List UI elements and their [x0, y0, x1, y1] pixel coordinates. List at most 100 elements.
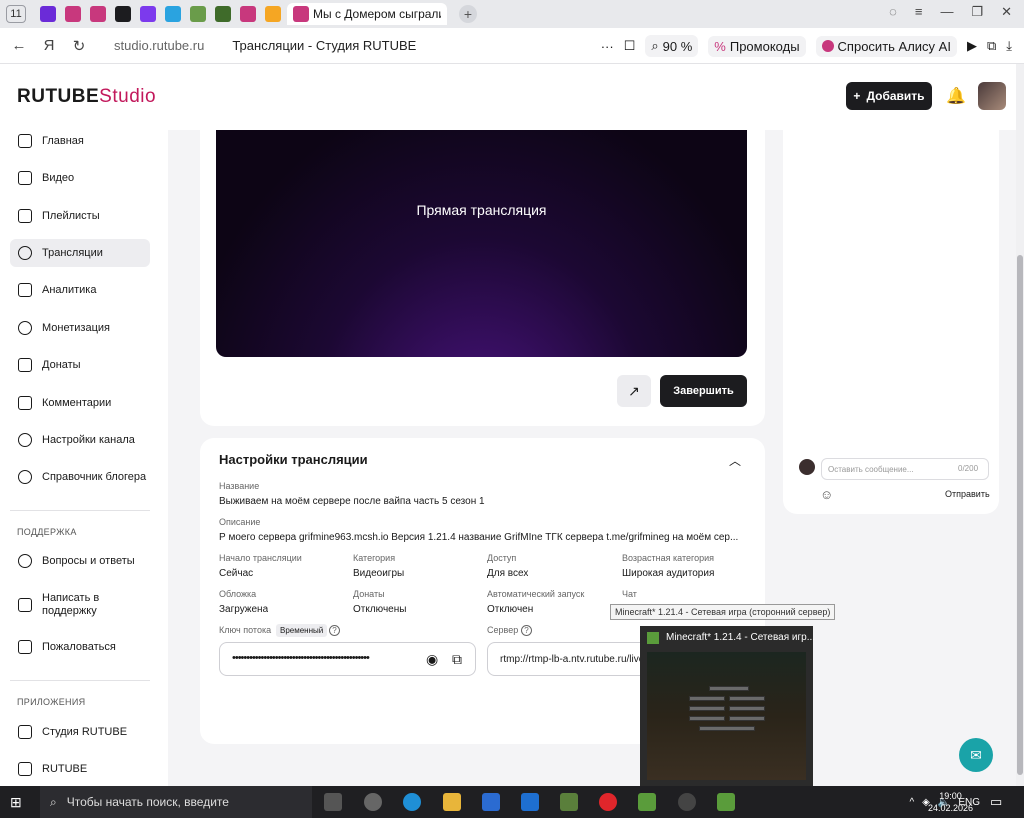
- start-label: Начало трансляции: [219, 553, 302, 563]
- sidebar-item-faq[interactable]: Вопросы и ответы: [10, 547, 150, 575]
- active-tab[interactable]: Мы с Домером сыграли: [287, 3, 447, 25]
- sidebar-item-rutube-app[interactable]: RUTUBE: [10, 755, 150, 783]
- tab-icon-minecraft[interactable]: [190, 6, 206, 22]
- profile-icon[interactable]: ◌: [889, 4, 897, 20]
- key-temporary-badge: Временный: [276, 624, 328, 637]
- finish-stream-button[interactable]: Завершить: [660, 375, 747, 407]
- page-title: Трансляции - Студия RUTUBE: [232, 38, 417, 53]
- tab-icon-studio[interactable]: [240, 6, 256, 22]
- restore-icon[interactable]: ❐: [971, 4, 983, 20]
- sidebar-item-write-support[interactable]: Написать в поддержку: [10, 590, 150, 620]
- store-icon[interactable]: [482, 793, 500, 811]
- explorer-icon[interactable]: [443, 793, 461, 811]
- yandex-icon[interactable]: Я: [38, 37, 60, 54]
- edge-icon[interactable]: [403, 793, 421, 811]
- key-help-icon[interactable]: ?: [329, 625, 340, 636]
- clock-date: 24.02.2026: [928, 803, 974, 813]
- url-field[interactable]: studio.rutube.ru: [114, 38, 204, 53]
- rutube-studio-logo[interactable]: RUTUBEStudio: [17, 86, 156, 108]
- notifications-bell-icon[interactable]: 🔔: [946, 86, 966, 106]
- name-label: Название: [219, 481, 260, 491]
- active-tab-title: Мы с Домером сыграли: [313, 7, 441, 21]
- chat-send-button[interactable]: Отправить: [945, 489, 990, 499]
- live-player[interactable]: Прямая трансляция: [216, 130, 747, 357]
- preview-thumbnail: [647, 652, 806, 780]
- sidebar-item-home[interactable]: Главная: [10, 127, 150, 155]
- sidebar-item-streams[interactable]: Трансляции: [10, 239, 150, 267]
- sidebar-item-report[interactable]: Пожаловаться: [10, 633, 150, 661]
- add-button[interactable]: + Добавить: [846, 82, 932, 110]
- sidebar-item-monetization[interactable]: Монетизация: [10, 314, 150, 342]
- taskbar-search[interactable]: ⌕ Чтобы начать поиск, введите: [40, 786, 312, 818]
- thumb-menu-bar: [689, 696, 725, 701]
- back-icon[interactable]: ←: [8, 37, 30, 54]
- avatar[interactable]: [978, 82, 1006, 110]
- tab-icon-telegram[interactable]: [165, 6, 181, 22]
- minecraft-launcher-icon[interactable]: [560, 793, 578, 811]
- taskbar-window-preview[interactable]: Minecraft* 1.21.4 - Сетевая игр...: [640, 626, 815, 786]
- cover-value: Загружена: [219, 604, 269, 615]
- tab-icon-video[interactable]: [65, 6, 81, 22]
- windows-start-icon[interactable]: ⊞: [10, 794, 26, 810]
- sidebar-item-label: Справочник блогера: [42, 471, 147, 483]
- eye-icon[interactable]: ◉: [426, 651, 438, 668]
- chevron-up-icon[interactable]: ︿: [729, 452, 741, 469]
- settings-gear-icon[interactable]: [364, 793, 382, 811]
- support-chat-button[interactable]: ✉: [959, 738, 993, 772]
- copy-icon[interactable]: ⧉: [452, 651, 462, 668]
- sidebar-item-rutube-studio-app[interactable]: Студия RUTUBE: [10, 718, 150, 746]
- yandex-browser-icon[interactable]: [599, 793, 617, 811]
- sidebar-item-label: Студия RUTUBE: [42, 726, 128, 738]
- sidebar-item-playlists[interactable]: Плейлисты: [10, 202, 150, 230]
- sidebar-divider: [10, 510, 150, 511]
- tab-icon-rutube[interactable]: [115, 6, 131, 22]
- sidebar-item-donations[interactable]: Донаты: [10, 351, 150, 379]
- promo-button[interactable]: % Промокоды: [708, 35, 806, 57]
- more-icon[interactable]: ···: [601, 39, 614, 54]
- bookmark-icon[interactable]: ☐: [624, 38, 636, 54]
- sidebar-item-video[interactable]: Видео: [10, 164, 150, 192]
- share-button[interactable]: ↗: [617, 375, 651, 407]
- sidebar-item-blogger-guide[interactable]: Справочник блогера: [10, 463, 150, 491]
- emoji-icon[interactable]: ☺: [820, 487, 833, 502]
- new-tab-button[interactable]: +: [459, 5, 477, 23]
- sidebar-item-analytics[interactable]: Аналитика: [10, 276, 150, 304]
- stream-key-field[interactable]: ••••••••••••••••••••••••••••••••••••••••…: [219, 642, 476, 676]
- minecraft-icon: [647, 632, 659, 644]
- task-view-icon[interactable]: [324, 793, 342, 811]
- autostart-label: Автоматический запуск: [487, 589, 585, 599]
- minecraft-game-icon[interactable]: [717, 793, 735, 811]
- reload-icon[interactable]: ↻: [68, 37, 90, 55]
- download-icon[interactable]: ⤓: [1006, 38, 1012, 54]
- obs-icon[interactable]: [678, 793, 696, 811]
- outlook-icon[interactable]: [521, 793, 539, 811]
- notification-center-icon[interactable]: ▭: [990, 794, 1002, 810]
- tab-icon-video[interactable]: [90, 6, 106, 22]
- sidebar-item-channel-settings[interactable]: Настройки канала: [10, 426, 150, 454]
- tab-icon-ozon[interactable]: [265, 6, 281, 22]
- sidebar-item-label: Написать в поддержку: [42, 592, 100, 617]
- chevron-up-icon[interactable]: ^: [909, 797, 914, 808]
- media-icon[interactable]: ▶: [967, 38, 977, 54]
- menu-icon[interactable]: ≡: [915, 4, 923, 20]
- minecraft-icon[interactable]: [638, 793, 656, 811]
- tab-counter[interactable]: 11: [6, 5, 26, 23]
- close-icon[interactable]: ✕: [1001, 4, 1012, 20]
- zoom-button[interactable]: ⌕ 90 %: [645, 35, 699, 57]
- clock-time: 19:00: [939, 791, 962, 801]
- server-help-icon[interactable]: ?: [521, 625, 532, 636]
- extensions-icon[interactable]: ⧉: [987, 38, 996, 54]
- tab-icon-minecraft[interactable]: [215, 6, 231, 22]
- sidebar-item-label: Пожаловаться: [42, 641, 116, 653]
- category-value: Видеоигры: [353, 568, 405, 579]
- minimize-icon[interactable]: —: [940, 4, 953, 20]
- tab-icon-bolt[interactable]: [140, 6, 156, 22]
- sidebar-item-comments[interactable]: Комментарии: [10, 389, 150, 417]
- scroll-thumb[interactable]: [1017, 255, 1023, 775]
- window-controls: ◌ ≡ — ❐ ✕: [889, 4, 1012, 20]
- thumb-menu-bar: [689, 706, 725, 711]
- alice-button[interactable]: Спросить Алису AI: [815, 35, 957, 57]
- guide-icon: [18, 470, 32, 484]
- tab-icon-video[interactable]: [40, 6, 56, 22]
- taskbar-clock[interactable]: 19:00 24.02.2026: [928, 790, 973, 814]
